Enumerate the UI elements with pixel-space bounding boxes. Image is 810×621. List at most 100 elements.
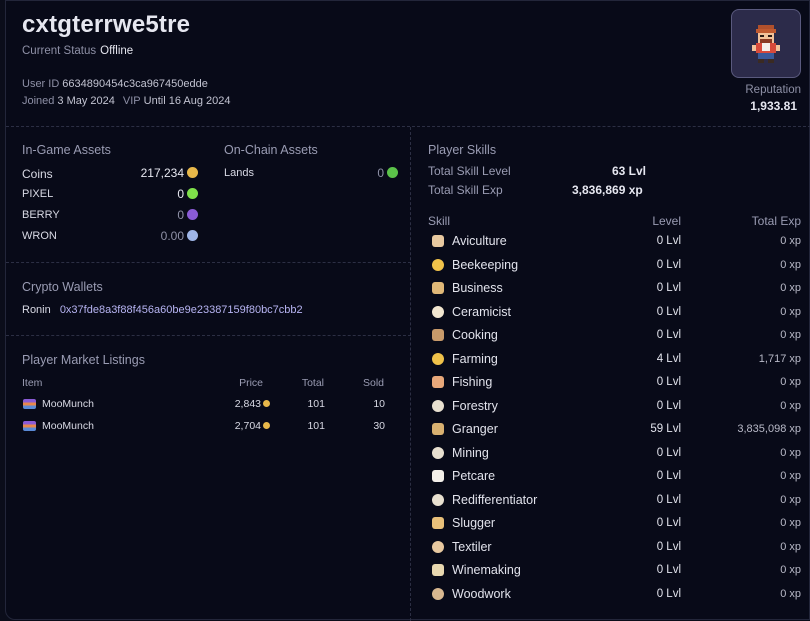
asset-amount: 0 — [377, 166, 384, 180]
skill-name: Winemaking — [452, 563, 521, 577]
skill-row-ceramicist[interactable]: Ceramicist 0 Lvl 0 xp — [412, 304, 810, 324]
coin-icon — [187, 167, 198, 178]
skill-exp: 3,835,098 xp — [737, 423, 801, 435]
skill-exp: 0 xp — [780, 376, 801, 388]
skill-level: 0 Lvl — [656, 470, 681, 482]
skill-name: Textiler — [452, 539, 492, 554]
total-skill-level-label: Total Skill Level — [428, 164, 511, 178]
skill-exp: 0 xp — [780, 470, 801, 482]
ronin-icon — [187, 230, 198, 241]
onchain-assets-title: On-Chain Assets — [224, 143, 318, 157]
player-skills-title: Player Skills — [428, 143, 497, 157]
ingame-assets-title: In-Game Assets — [22, 143, 111, 157]
skill-row-fishing[interactable]: Fishing 0 Lvl 0 xp — [412, 374, 810, 394]
skill-row-petcare[interactable]: Petcare 0 Lvl 0 xp — [412, 468, 810, 488]
total-skill-exp-value: 3,836,869 xp — [572, 183, 643, 197]
asset-amount: 0.00 — [160, 229, 184, 243]
skill-row-winemaking[interactable]: Winemaking 0 Lvl 0 xp — [412, 562, 810, 582]
skills-header-skill: Skill — [428, 214, 451, 228]
bird-icon — [432, 235, 444, 247]
joined-label: Joined — [22, 95, 55, 107]
asset-value: 0.00 — [161, 229, 198, 243]
asset-value: 0 — [177, 187, 198, 201]
skill-level: 0 Lvl — [656, 258, 681, 271]
listing-total: 101 — [307, 420, 325, 432]
status-value: Offline — [100, 45, 134, 57]
total-skill-level-value: 63 Lvl — [612, 164, 647, 178]
asset-value: 0 — [177, 208, 198, 222]
skill-name: Forestry — [452, 398, 498, 413]
gem-icon — [187, 188, 198, 199]
skill-row-mining[interactable]: Mining 0 Lvl 0 xp — [412, 445, 810, 465]
pan-icon — [432, 329, 444, 341]
skill-name: Redifferentiator — [452, 492, 538, 507]
skill-level: 0 Lvl — [656, 282, 681, 294]
skill-name: Business — [452, 281, 503, 295]
bee-icon — [432, 258, 444, 271]
skill-exp: 0 xp — [780, 282, 801, 294]
skill-row-redifferentiator[interactable]: Redifferentiator 0 Lvl 0 xp — [412, 492, 810, 512]
skill-row-textiler[interactable]: Textiler 0 Lvl 0 xp — [412, 539, 810, 559]
listing-sold: 10 — [373, 398, 385, 410]
skill-exp: 0 xp — [780, 399, 801, 412]
briefcase-icon — [432, 282, 444, 294]
skill-exp: 0 xp — [780, 235, 801, 247]
skill-exp: 0 xp — [780, 564, 801, 576]
skill-row-business[interactable]: Business 0 Lvl 0 xp — [412, 280, 810, 300]
listing-price: 2,843 — [235, 398, 270, 410]
status-line: Current Status Offline — [22, 45, 133, 57]
coin-icon — [263, 400, 270, 407]
skill-row-cooking[interactable]: Cooking 0 Lvl 0 xp — [412, 327, 810, 347]
skill-exp: 0 xp — [780, 493, 801, 506]
skill-name: Slugger — [452, 516, 496, 530]
pickaxe-icon — [432, 446, 444, 459]
skill-level: 0 Lvl — [656, 235, 681, 247]
moomunch-icon — [23, 421, 36, 431]
profile-card: cxtgterrwe5tre Current Status Offline Use… — [5, 0, 810, 621]
fish-icon — [432, 376, 444, 388]
pot-icon — [432, 305, 444, 318]
skill-level: 0 Lvl — [656, 564, 681, 576]
wallet-label: Ronin — [22, 304, 51, 316]
wheat-icon — [432, 423, 444, 435]
bottle-icon — [432, 564, 444, 576]
skill-name: Ceramicist — [452, 304, 512, 319]
tent-icon — [432, 540, 444, 553]
avatar[interactable] — [731, 9, 801, 78]
crypto-wallets-title: Crypto Wallets — [22, 280, 103, 294]
asset-amount: 217,234 — [140, 166, 184, 180]
skill-level: 0 Lvl — [656, 305, 681, 318]
listing-item-name: MooMunch — [42, 398, 94, 410]
skill-name: Fishing — [452, 375, 493, 389]
skill-level: 0 Lvl — [656, 446, 681, 459]
divider — [6, 335, 411, 336]
listing-price-value: 2,704 — [234, 420, 261, 432]
joined-value: 3 May 2024 — [57, 95, 115, 107]
asset-label: Coins — [22, 167, 53, 181]
market-listing-row[interactable]: MooMunch 2,843 101 10 — [6, 397, 411, 415]
skills-header-exp: Total Exp — [751, 214, 801, 228]
reputation-value: 1,933.81 — [750, 99, 797, 113]
character-avatar-icon — [752, 25, 780, 63]
asset-label: WRON — [22, 230, 57, 242]
skill-row-slugger[interactable]: Slugger 0 Lvl 0 xp — [412, 515, 810, 535]
user-id-line: User ID 6634890454c3ca967450edde — [22, 78, 208, 90]
recycle-icon — [432, 493, 444, 506]
skill-row-beekeeping[interactable]: Beekeeping 0 Lvl 0 xp — [412, 257, 810, 277]
skill-row-aviculture[interactable]: Aviculture 0 Lvl 0 xp — [412, 233, 810, 253]
skill-row-granger[interactable]: Granger 59 Lvl 3,835,098 xp — [412, 421, 810, 441]
skill-exp: 0 xp — [780, 587, 801, 600]
skill-row-farming[interactable]: Farming 4 Lvl 1,717 xp — [412, 351, 810, 371]
user-id-value[interactable]: 6634890454c3ca967450edde — [62, 78, 208, 90]
skill-row-forestry[interactable]: Forestry 0 Lvl 0 xp — [412, 398, 810, 418]
wallet-address[interactable]: 0x37fde8a3f88f456a60be9e23387159f80bc7cb… — [60, 304, 303, 316]
crop-icon — [432, 352, 444, 365]
skill-name: Cooking — [452, 328, 498, 342]
skill-exp: 0 xp — [780, 446, 801, 459]
market-listing-row[interactable]: MooMunch 2,704 101 30 — [6, 419, 411, 437]
skill-row-woodwork[interactable]: Woodwork 0 Lvl 0 xp — [412, 586, 810, 606]
skill-exp: 0 xp — [780, 258, 801, 271]
skill-name: Mining — [452, 445, 489, 460]
skill-name: Granger — [452, 422, 498, 436]
skill-level: 4 Lvl — [656, 352, 681, 365]
